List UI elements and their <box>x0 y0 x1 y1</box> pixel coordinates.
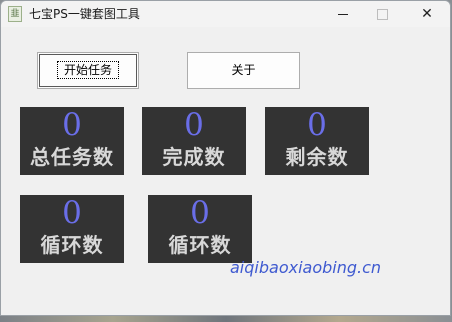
stat-label: 总任务数 <box>30 145 114 169</box>
app-window: ⾲ 七宝PS一键套图工具 ✕ 开始任务 关于 0 总任务数 0 完成数 0 剩余… <box>0 0 451 316</box>
maximize-icon <box>376 8 388 20</box>
stat-completed: 0 完成数 <box>142 107 246 175</box>
close-button[interactable]: ✕ <box>407 1 447 27</box>
stat-value: 0 <box>62 195 82 231</box>
desktop-background <box>0 316 452 322</box>
start-task-label: 开始任务 <box>56 61 119 79</box>
stat-total-tasks: 0 总任务数 <box>20 107 124 175</box>
about-button[interactable]: 关于 <box>187 52 300 89</box>
about-label: 关于 <box>231 63 256 77</box>
stat-value: 0 <box>307 107 327 143</box>
stat-value: 0 <box>190 195 210 231</box>
minimize-icon <box>338 13 348 15</box>
watermark-text: aiqibaoxiaobing.cn <box>230 258 382 277</box>
start-task-button[interactable]: 开始任务 <box>37 52 139 89</box>
stat-label: 剩余数 <box>285 145 349 169</box>
title-bar[interactable]: ⾲ 七宝PS一键套图工具 ✕ <box>1 1 450 27</box>
stat-label: 循环数 <box>168 233 232 257</box>
stat-label: 完成数 <box>162 145 226 169</box>
minimize-button[interactable] <box>323 1 363 27</box>
maximize-button[interactable] <box>362 1 402 27</box>
stat-remaining: 0 剩余数 <box>265 107 369 175</box>
stat-value: 0 <box>62 107 82 143</box>
stat-loops: 0 循环数 <box>20 195 124 263</box>
stat-loops-2: 0 循环数 <box>148 195 252 263</box>
stat-label: 循环数 <box>40 233 104 257</box>
app-icon: ⾲ <box>8 6 22 22</box>
window-title: 七宝PS一键套图工具 <box>29 7 140 21</box>
close-icon: ✕ <box>421 6 433 22</box>
stat-value: 0 <box>184 107 204 143</box>
